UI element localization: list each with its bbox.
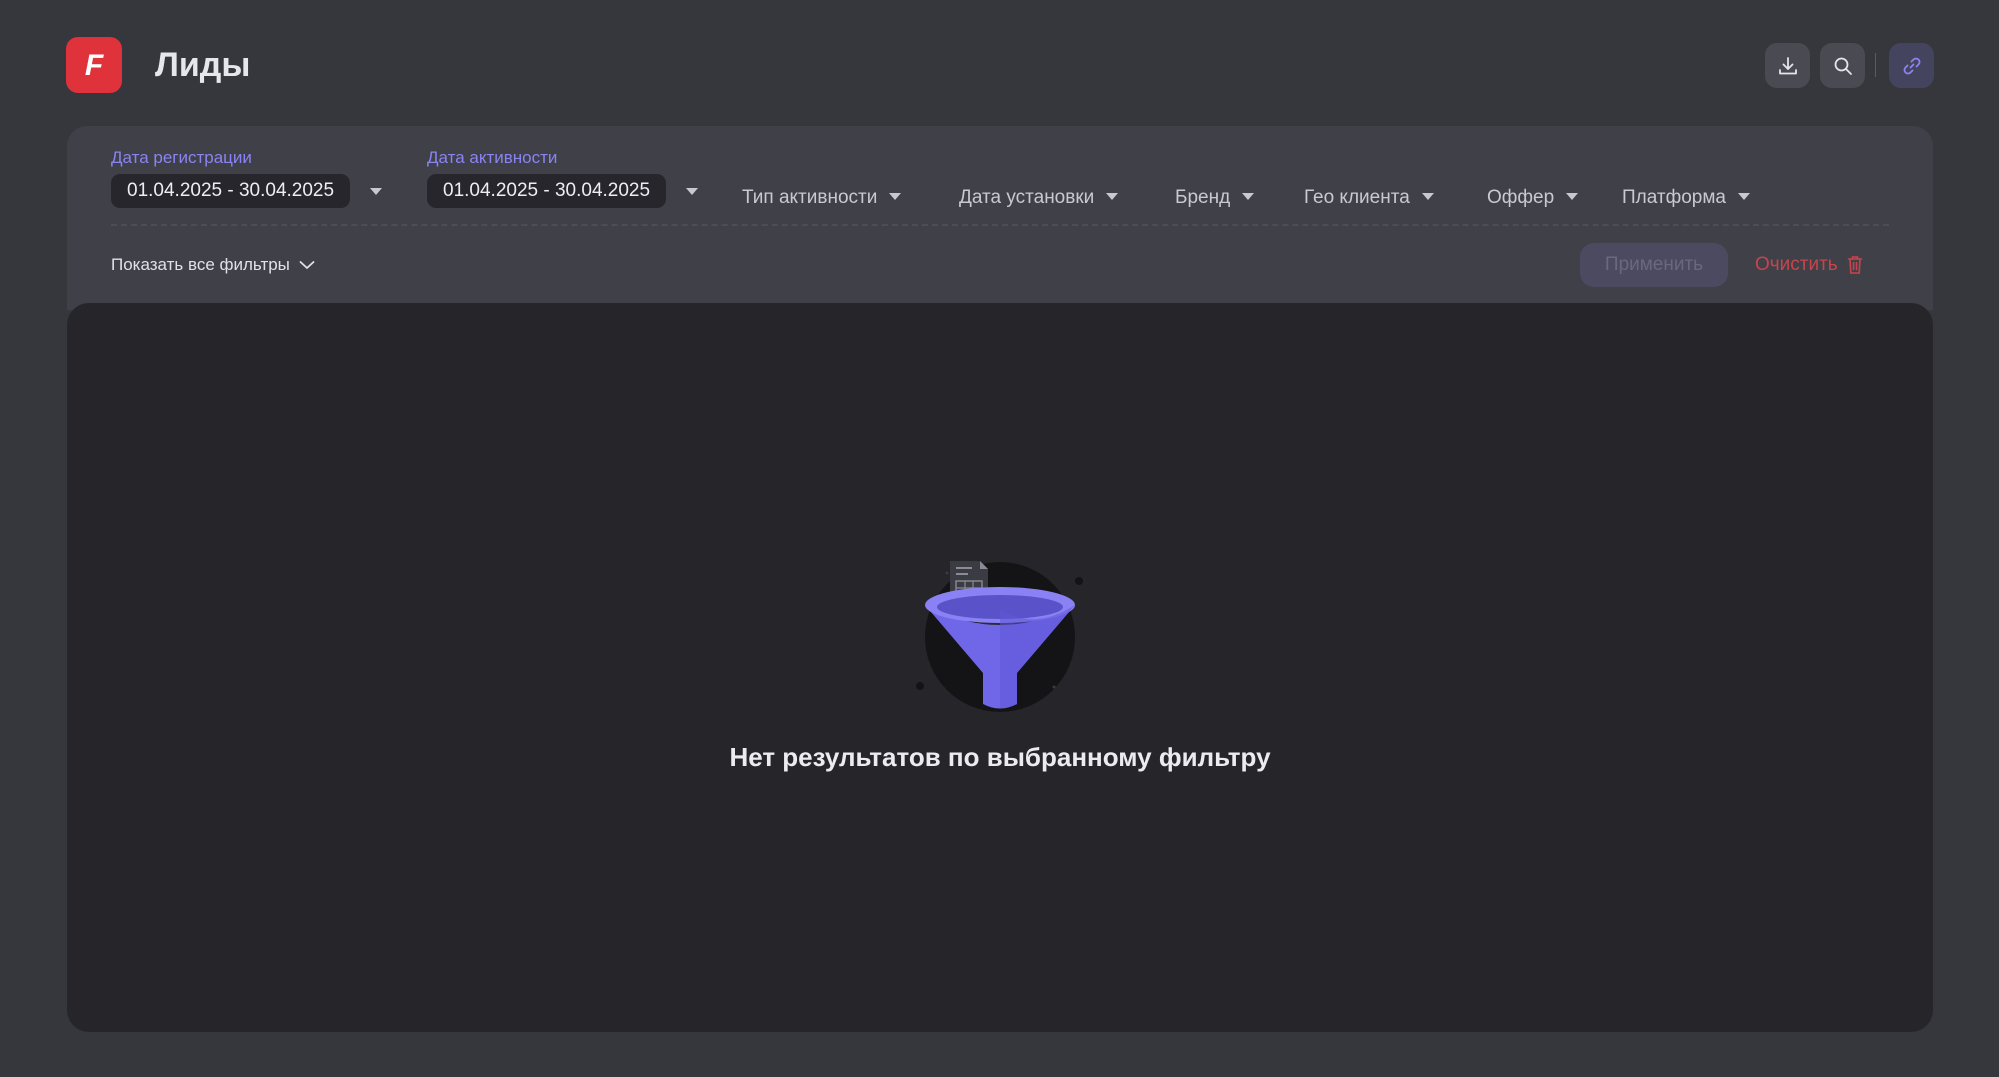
download-button[interactable] [1765, 43, 1810, 88]
clear-label: Очистить [1755, 254, 1838, 275]
offer-label: Оффер [1487, 187, 1555, 208]
chevron-down-icon [1421, 193, 1434, 201]
activity-type-dropdown[interactable]: Тип активности [742, 181, 902, 215]
platform-dropdown[interactable]: Платформа [1622, 181, 1750, 215]
copy-link-button[interactable] [1889, 43, 1934, 88]
svg-text:F: F [85, 49, 104, 82]
registration-date-caret-icon[interactable] [370, 188, 382, 195]
results-area: Нет результатов по выбранному фильтру [67, 303, 1933, 1032]
filter-panel: Дата регистрации 01.04.2025 - 30.04.2025… [67, 126, 1933, 310]
brand-dropdown[interactable]: Бренд [1175, 181, 1255, 215]
platform-label: Платформа [1622, 187, 1726, 208]
link-icon [1903, 57, 1920, 74]
logo-f-icon: F [85, 49, 104, 82]
filter-divider [111, 224, 1889, 226]
offer-dropdown[interactable]: Оффер [1487, 181, 1579, 215]
show-all-filters-button[interactable]: Показать все фильтры [111, 254, 315, 276]
activity-date-input[interactable]: 01.04.2025 - 30.04.2025 [427, 174, 667, 208]
apply-button[interactable]: Применить [1580, 243, 1728, 287]
brand-label: Бренд [1175, 187, 1231, 208]
chevron-down-icon [1566, 193, 1579, 201]
chevron-down-icon [299, 261, 315, 269]
funnel-with-documents-icon [916, 561, 1083, 712]
app-logo[interactable]: F [66, 37, 122, 93]
activity-date-filter: Дата активности 01.04.2025 - 30.04.2025 [427, 148, 667, 208]
chevron-down-icon [889, 193, 902, 201]
search-button[interactable] [1820, 43, 1865, 88]
page: F Лиды Дата регистрации 01.04.2025 - 30.… [0, 0, 1999, 1077]
download-icon [1778, 56, 1797, 74]
registration-date-filter: Дата регистрации 01.04.2025 - 30.04.2025 [111, 148, 351, 208]
clear-button[interactable]: Очистить [1755, 253, 1863, 277]
page-title: Лиды [155, 46, 251, 84]
header-separator [1875, 53, 1876, 77]
chevron-down-icon [1738, 193, 1750, 201]
search-icon [1834, 57, 1852, 75]
trash-icon [1847, 256, 1863, 274]
activity-date-label: Дата активности [427, 148, 558, 167]
activity-date-caret-icon[interactable] [686, 188, 698, 195]
registration-date-input[interactable]: 01.04.2025 - 30.04.2025 [111, 174, 351, 208]
show-all-filters-label: Показать все фильтры [111, 255, 290, 274]
activity-type-label: Тип активности [742, 187, 878, 208]
chevron-down-icon [1106, 193, 1119, 201]
chevron-down-icon [1242, 193, 1255, 201]
client-geo-dropdown[interactable]: Гео клиента [1304, 181, 1434, 215]
empty-state-message: Нет результатов по выбранному фильтру [729, 742, 1271, 772]
registration-date-label: Дата регистрации [111, 148, 252, 167]
client-geo-label: Гео клиента [1304, 187, 1410, 208]
install-date-label: Дата установки [959, 187, 1095, 208]
install-date-dropdown[interactable]: Дата установки [959, 181, 1119, 215]
